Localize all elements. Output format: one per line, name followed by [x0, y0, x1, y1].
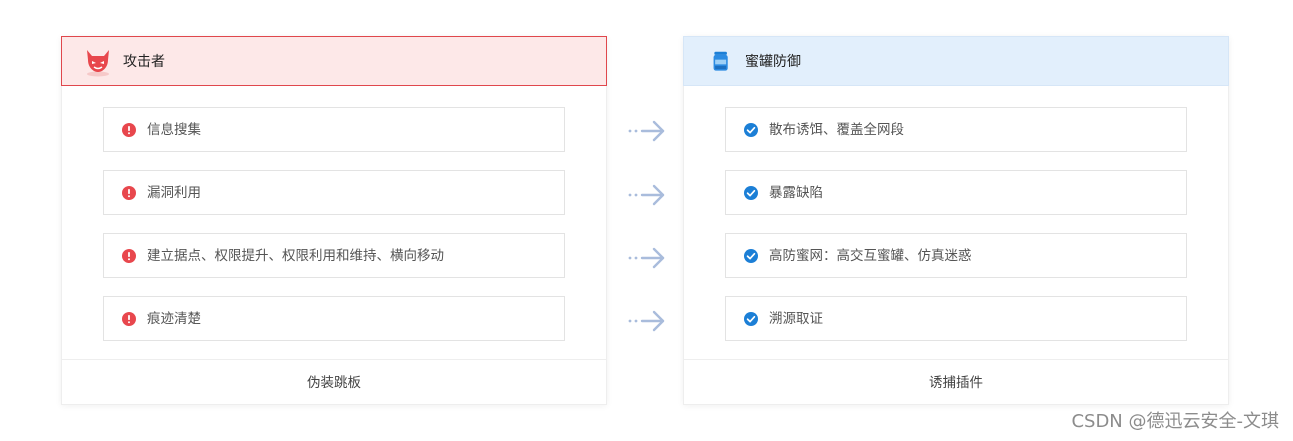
- check-circle-icon: [744, 249, 758, 263]
- attacker-step-label: 信息搜集: [147, 122, 201, 138]
- attacker-step-label: 建立据点、权限提升、权限利用和维持、横向移动: [147, 248, 444, 264]
- attacker-step: 信息搜集: [103, 107, 565, 152]
- watermark: CSDN @德迅云安全-文琪: [1071, 411, 1279, 432]
- attacker-step: 建立据点、权限提升、权限利用和维持、横向移动: [103, 233, 565, 278]
- attacker-header: 攻击者: [61, 36, 607, 86]
- defense-step-label: 暴露缺陷: [769, 185, 823, 201]
- check-circle-icon: [744, 186, 758, 200]
- honeypot-jar-icon: [713, 51, 728, 71]
- defense-panel: 蜜罐防御 散布诱饵、覆盖全网段 暴露缺陷 高防蜜网：高交互蜜罐、仿真迷惑 溯源取…: [683, 36, 1229, 405]
- devil-mask-icon: [87, 50, 109, 77]
- attacker-step-label: 痕迹清楚: [147, 311, 201, 327]
- defense-step-label: 溯源取证: [769, 311, 823, 327]
- attacker-title: 攻击者: [123, 54, 165, 70]
- arrow-right-icon: [628, 310, 665, 332]
- attacker-panel: 攻击者 信息搜集 漏洞利用 建立据点、权限提升、权限利用和维持、横向移动 痕迹清…: [61, 36, 607, 405]
- defense-step: 散布诱饵、覆盖全网段: [725, 107, 1187, 152]
- defense-step-label: 高防蜜网：高交互蜜罐、仿真迷惑: [769, 248, 972, 264]
- defense-step: 暴露缺陷: [725, 170, 1187, 215]
- warning-icon: [122, 123, 136, 137]
- defense-footer: 诱捕插件: [684, 359, 1228, 406]
- defense-step: 溯源取证: [725, 296, 1187, 341]
- check-circle-icon: [744, 123, 758, 137]
- warning-icon: [122, 186, 136, 200]
- defense-step: 高防蜜网：高交互蜜罐、仿真迷惑: [725, 233, 1187, 278]
- attacker-step: 漏洞利用: [103, 170, 565, 215]
- check-circle-icon: [744, 312, 758, 326]
- arrow-right-icon: [628, 120, 665, 142]
- warning-icon: [122, 312, 136, 326]
- attacker-step-label: 漏洞利用: [147, 185, 201, 201]
- attacker-step: 痕迹清楚: [103, 296, 565, 341]
- defense-title: 蜜罐防御: [745, 54, 801, 70]
- arrow-right-icon: [628, 247, 665, 269]
- attacker-footer: 伪装跳板: [62, 359, 606, 406]
- arrow-right-icon: [628, 184, 665, 206]
- defense-step-label: 散布诱饵、覆盖全网段: [769, 122, 904, 138]
- warning-icon: [122, 249, 136, 263]
- defense-header: 蜜罐防御: [683, 36, 1229, 86]
